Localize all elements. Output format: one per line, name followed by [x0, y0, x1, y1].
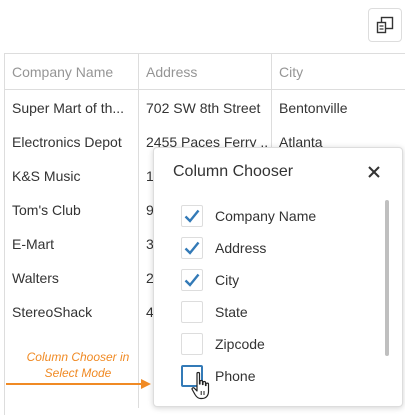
grid-toolbar	[0, 0, 405, 52]
checkbox-checked[interactable]	[181, 205, 203, 227]
checkbox-checked[interactable]	[181, 237, 203, 259]
cell-company-name: Walters	[12, 270, 59, 286]
chooser-item-label: Phone	[215, 368, 256, 384]
chooser-item-label: Zipcode	[215, 336, 265, 352]
checkmark-icon	[184, 241, 200, 255]
column-chooser-title: Column Chooser	[173, 163, 294, 180]
annotation-arrowhead	[141, 379, 151, 389]
cell-company-name: K&S Music	[12, 168, 81, 184]
chooser-item-zipcode[interactable]: Zipcode	[181, 332, 371, 356]
chooser-item-label: State	[215, 304, 248, 320]
chooser-item-city[interactable]: City	[181, 268, 371, 292]
scrollbar[interactable]	[385, 200, 389, 356]
cell-address: 702 SW 8th Street	[146, 100, 261, 116]
annotation-line-1: Column Chooser in	[26, 350, 130, 364]
hand-cursor-icon	[191, 371, 210, 400]
chooser-item-label: City	[215, 272, 240, 288]
checkmark-icon	[184, 273, 200, 287]
close-icon	[368, 166, 380, 178]
close-button[interactable]	[362, 160, 386, 184]
checkbox-unchecked[interactable]	[181, 301, 203, 323]
header-company-name[interactable]: Company Name	[12, 62, 134, 82]
checkbox-checked[interactable]	[181, 269, 203, 291]
column-chooser-button[interactable]	[368, 8, 402, 42]
chooser-item-address[interactable]: Address	[181, 236, 371, 260]
chooser-item-label: Address	[215, 240, 267, 256]
column-chooser-popup: Column Chooser Company Name Address City	[153, 147, 403, 407]
cell-company-name: Electronics Depot	[12, 134, 122, 150]
cell-city: Bentonville	[279, 100, 348, 116]
chooser-item-state[interactable]: State	[181, 300, 371, 324]
header-city[interactable]: City	[279, 62, 399, 82]
chooser-item-company-name[interactable]: Company Name	[181, 204, 371, 228]
annotation-line-2: Select Mode	[44, 366, 112, 380]
header-address[interactable]: Address	[146, 62, 268, 82]
chooser-item-label: Company Name	[215, 208, 317, 224]
grid-header-row: Company Name Address City	[5, 54, 405, 90]
cell-company-name: E-Mart	[12, 236, 54, 252]
annotation-callout: Column Chooser in Select Mode	[8, 349, 148, 381]
column-chooser-icon	[376, 16, 394, 34]
cell-company-name: Tom's Club	[12, 202, 81, 218]
checkbox-unchecked[interactable]	[181, 333, 203, 355]
annotation-arrow-line	[6, 383, 143, 385]
cell-company-name: Super Mart of th...	[12, 100, 125, 116]
cell-company-name: StereoShack	[12, 304, 93, 320]
checkmark-icon	[184, 209, 200, 223]
